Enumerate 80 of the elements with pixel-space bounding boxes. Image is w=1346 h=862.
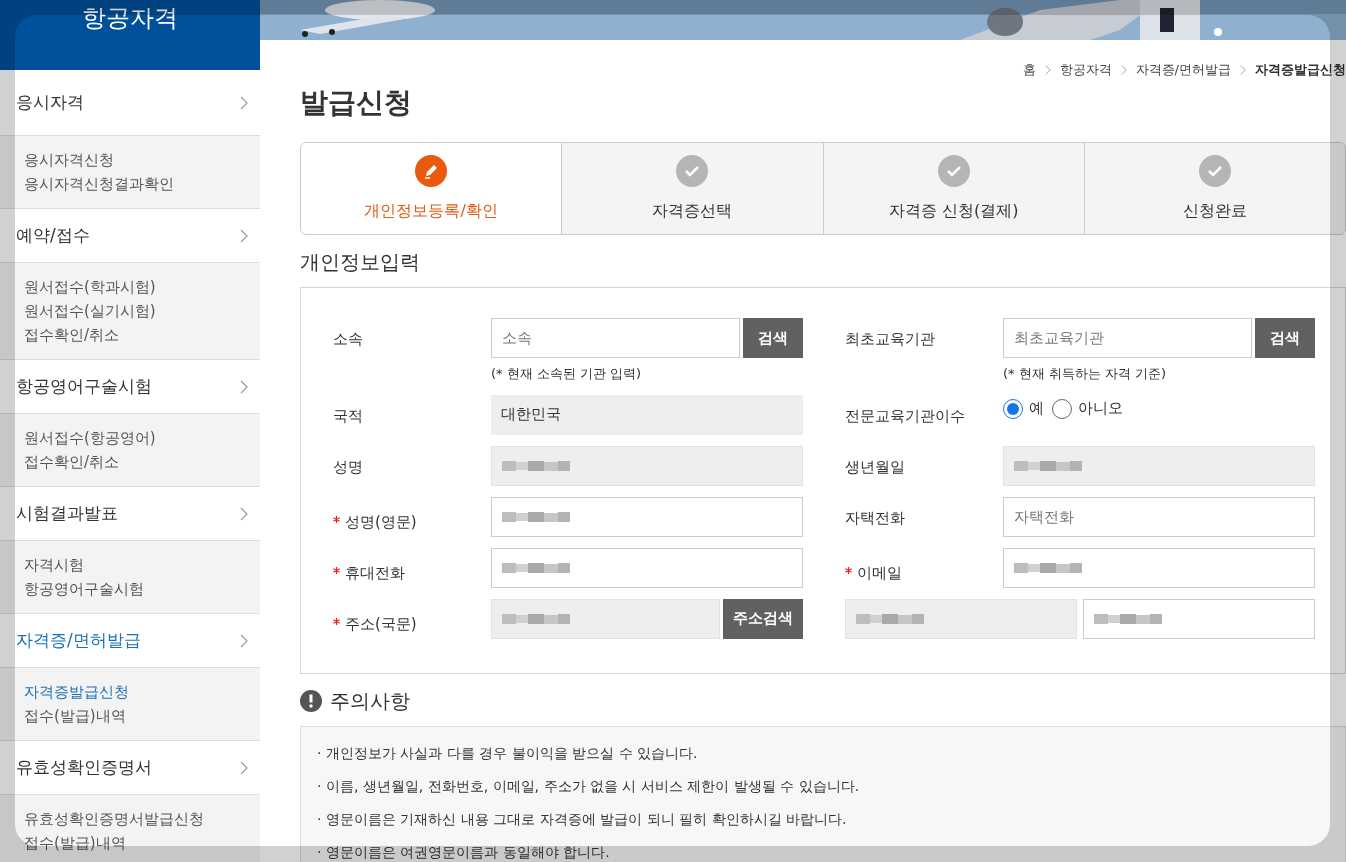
text-field[interactable] [491, 547, 803, 588]
section-title: 개인정보입력 [300, 249, 421, 276]
radio-label: 예 [1029, 398, 1044, 420]
text-field[interactable]: 자택전화 [1003, 496, 1315, 537]
notice-text: · 이름, 생년월일, 전화번호, 이메일, 주소가 없을 시 서비스 제한이 발생될 수 있습니다. [317, 776, 861, 796]
field-label: 전문교육기관이수 [845, 405, 965, 427]
blurred-text [502, 509, 572, 524]
radio-label: 아니오 [1078, 398, 1123, 420]
readonly-field: 대한민국 [491, 394, 803, 435]
step-label: 자격증 신청(결제) [888, 199, 1019, 222]
check-icon [937, 154, 970, 187]
submenu-item[interactable]: 응시자격신청 [24, 148, 260, 172]
blurred-text [1094, 611, 1164, 626]
submenu-item[interactable]: 항공영어구술시험 [24, 577, 260, 601]
step-label: 신청완료 [1182, 199, 1247, 222]
submenu-item[interactable]: 자격증발급신청 [24, 680, 260, 704]
chevron-right-icon [240, 95, 248, 110]
field-label: 성명(영문) [333, 510, 417, 533]
field-label: 최초교육기관 [845, 329, 935, 350]
page-title: 발급신청 [300, 85, 413, 121]
submenu-item[interactable]: 자격시험 [24, 553, 260, 577]
field-label: 성명 [333, 456, 363, 478]
breadcrumb-link[interactable]: 홈 [1022, 60, 1036, 80]
text-field[interactable]: 최초교육기관 [1003, 318, 1252, 358]
pencil-icon [415, 154, 448, 187]
blurred-text [502, 458, 572, 473]
field-label: 이메일 [845, 561, 902, 584]
blurred-text [856, 611, 926, 626]
field-label: 국적 [333, 405, 363, 427]
submenu-item[interactable]: 원서접수(학과시험) [24, 275, 260, 299]
check-icon [1198, 154, 1231, 187]
blurred-text [1014, 560, 1084, 575]
required-icon [333, 515, 340, 523]
text-field[interactable] [491, 496, 803, 537]
submenu-item[interactable]: 접수확인/취소 [24, 450, 260, 474]
required-icon [333, 617, 340, 625]
radio-button[interactable] [1003, 398, 1023, 419]
chevron-right-icon [240, 633, 248, 648]
blurred-text [502, 611, 572, 626]
breadcrumb-link[interactable]: 자격증/면허발급 [1135, 60, 1231, 80]
required-icon [333, 566, 340, 574]
search-button[interactable]: 검색 [743, 318, 803, 358]
notice-text: · 개인정보가 사실과 다를 경우 불이익을 받으실 수 있습니다. [317, 743, 699, 763]
chevron-right-icon [240, 379, 248, 394]
blurred-text [502, 560, 572, 575]
field-label: 소속 [333, 329, 363, 350]
field-note: (* 현재 소속된 기관 입력) [491, 365, 643, 383]
notice-text: · 영문이름은 여권영문이름과 동일해야 합니다. [317, 842, 611, 862]
sidebar-title: 항공자격 [82, 3, 178, 34]
required-icon [845, 566, 852, 574]
submenu-item[interactable]: 접수(발급)내역 [24, 831, 260, 855]
submenu-item[interactable]: 원서접수(항공영어) [24, 426, 260, 450]
chevron-right-icon [240, 506, 248, 521]
search-button[interactable]: 검색 [1255, 318, 1315, 358]
radio-button[interactable] [1052, 398, 1072, 419]
chevron-right-icon [240, 760, 248, 775]
notice-text: · 영문이름은 기재하신 내용 그대로 자격증에 발급이 되니 필히 확인하시길 바랍니다. [317, 809, 848, 829]
step-label: 자격증선택 [652, 199, 733, 222]
step-label: 개인정보등록/확인 [364, 199, 498, 222]
text-field[interactable] [1003, 547, 1315, 588]
breadcrumb-link[interactable]: 항공자격 [1059, 60, 1112, 80]
field-label: 자택전화 [845, 507, 905, 529]
submenu-item[interactable]: 응시자격신청결과확인 [24, 172, 260, 196]
submenu-item[interactable]: 원서접수(실기시험) [24, 299, 260, 323]
blurred-text [1014, 458, 1084, 473]
submenu-item[interactable]: 접수확인/취소 [24, 323, 260, 347]
search-button[interactable]: 주소검색 [723, 598, 803, 639]
field-label: 생년월일 [845, 456, 905, 478]
warning-icon [300, 689, 322, 712]
field-label: 주소(국문) [333, 612, 417, 635]
check-icon [676, 154, 709, 187]
field-label: 휴대전화 [333, 561, 405, 584]
breadcrumb-link[interactable]: 자격증발급신청 [1255, 60, 1346, 80]
text-field[interactable] [1083, 598, 1315, 639]
text-field[interactable]: 소속 [491, 318, 740, 358]
notice-title: 주의사항 [330, 687, 410, 715]
submenu-item[interactable]: 유효성확인증명서발급신청 [24, 807, 260, 831]
chevron-right-icon [240, 228, 248, 243]
submenu-item[interactable]: 접수(발급)내역 [24, 704, 260, 728]
field-note: (* 현재 취득하는 자격 기준) [1003, 365, 1168, 383]
